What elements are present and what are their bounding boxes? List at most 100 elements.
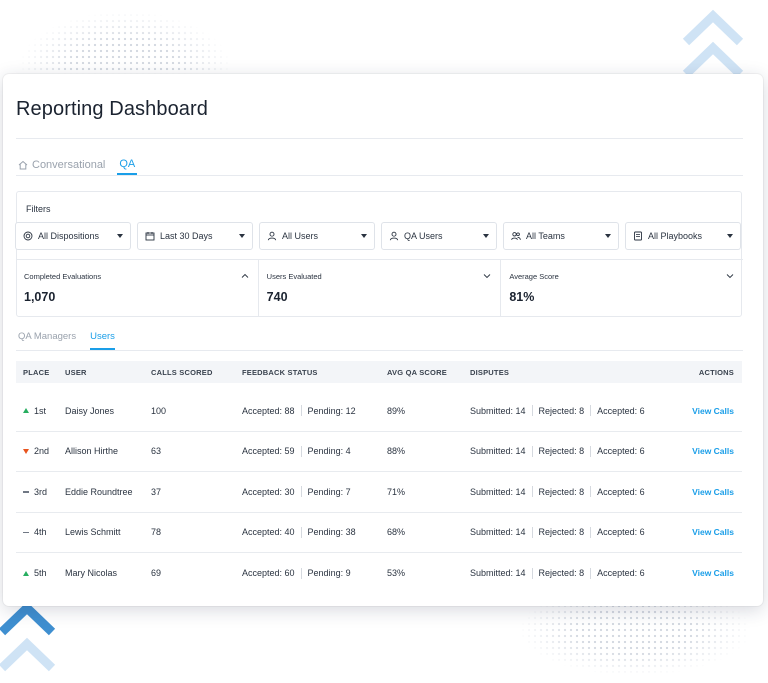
place-text: 1st (34, 405, 47, 416)
avg-qa-score: 53% (387, 568, 406, 579)
divider (16, 350, 743, 351)
metric-label: Users Evaluated (266, 272, 322, 281)
leaderboard-table: PLACE USER CALLS SCORED FEEDBACK STATUS … (16, 361, 742, 594)
metric-average-score[interactable]: Average Score 81% (501, 260, 743, 317)
calendar-icon (145, 232, 155, 241)
avg-qa-score: 88% (387, 446, 406, 457)
avg-qa-score: 89% (387, 405, 406, 416)
disputes-accepted: Accepted: 6 (597, 568, 645, 579)
place-cell: 2nd (16, 446, 65, 456)
main-tabs: Conversational QA (18, 155, 138, 175)
chevron-up-decoration-icon (0, 601, 56, 672)
calls-scored: 100 (151, 405, 167, 416)
chevron-up-icon[interactable] (241, 272, 249, 280)
disputes: Submitted: 14 Rejected: 8 Accepted: 6 (470, 567, 672, 579)
metric-completed-evaluations[interactable]: Completed Evaluations 1,070 (16, 260, 259, 317)
page-title: Reporting Dashboard (16, 98, 209, 120)
disputes-submitted: Submitted: 14 (470, 486, 526, 497)
feedback-status: Accepted: 40 Pending: 38 (242, 526, 387, 538)
col-header-disputes: DISPUTES (470, 367, 510, 377)
dropdown-label: All Teams (526, 231, 565, 241)
dispositions-dropdown[interactable]: All Dispositions (15, 222, 131, 250)
feedback-pending: Pending: 4 (307, 446, 351, 457)
caret-down-icon (605, 234, 611, 238)
date-range-dropdown[interactable]: Last 30 Days (137, 222, 253, 250)
view-calls-link[interactable]: View Calls (692, 527, 734, 537)
col-header-calls-scored: CALLS SCORED (151, 367, 213, 377)
separator (531, 445, 533, 457)
col-header-avg-qa-score: AVG QA SCORE (387, 367, 447, 377)
caret-down-icon (117, 234, 123, 238)
user-name: Daisy Jones (65, 405, 115, 416)
trend-flat-icon (23, 491, 29, 493)
separator (300, 445, 302, 457)
caret-down-icon (239, 234, 245, 238)
feedback-status: Accepted: 59 Pending: 4 (242, 445, 387, 457)
separator (531, 567, 533, 579)
separator (590, 486, 592, 498)
separator (531, 526, 533, 538)
disputes-submitted: Submitted: 14 (470, 568, 526, 579)
tab-label: QA (119, 158, 136, 170)
filters-panel: Filters All Dispositions Last 30 Days Al… (15, 191, 743, 317)
place-cell: 1st (16, 406, 65, 416)
disputes: Submitted: 14 Rejected: 8 Accepted: 6 (470, 526, 672, 538)
col-header-place: PLACE (23, 367, 50, 377)
separator (531, 405, 533, 417)
metric-users-evaluated[interactable]: Users Evaluated 740 (259, 260, 502, 317)
separator (590, 526, 592, 538)
trend-up-icon (23, 408, 29, 414)
view-calls-link[interactable]: View Calls (692, 406, 734, 416)
calls-scored: 78 (151, 527, 162, 538)
divider (16, 175, 743, 176)
filters-label: Filters (26, 204, 51, 214)
tab-users[interactable]: Users (90, 331, 115, 350)
trend-down-icon (23, 448, 29, 454)
trend-flat-icon (23, 531, 29, 533)
user-name: Mary Nicolas (65, 568, 118, 579)
place-text: 2nd (34, 446, 50, 457)
disputes-accepted: Accepted: 6 (597, 527, 645, 538)
users-dropdown[interactable]: All Users (259, 222, 375, 250)
col-header-actions: ACTIONS (698, 367, 734, 377)
view-calls-link[interactable]: View Calls (692, 568, 734, 578)
disputes-accepted: Accepted: 6 (597, 486, 645, 497)
teams-dropdown[interactable]: All Teams (503, 222, 619, 250)
place-text: 4th (34, 527, 47, 538)
table-header: PLACE USER CALLS SCORED FEEDBACK STATUS … (16, 361, 742, 383)
feedback-pending: Pending: 7 (307, 486, 351, 497)
disputes-accepted: Accepted: 6 (597, 405, 645, 416)
disputes-rejected: Rejected: 8 (538, 486, 585, 497)
chevron-down-icon[interactable] (726, 272, 734, 280)
caret-down-icon (727, 234, 733, 238)
actions-cell: View Calls (672, 406, 742, 416)
table-row: 1st Daisy Jones 100 Accepted: 88 Pending:… (16, 391, 742, 432)
dropdown-label: All Dispositions (38, 231, 100, 241)
separator (300, 567, 302, 579)
feedback-status: Accepted: 60 Pending: 9 (242, 567, 387, 579)
disputes-submitted: Submitted: 14 (470, 446, 526, 457)
view-calls-link[interactable]: View Calls (692, 487, 734, 497)
chevron-up-decoration-icon (682, 9, 744, 78)
chevron-down-icon[interactable] (483, 272, 491, 280)
metrics-row: Completed Evaluations 1,070 Users Evalua… (16, 259, 743, 317)
view-calls-link[interactable]: View Calls (692, 446, 734, 456)
place-cell: 3rd (16, 487, 65, 497)
dropdown-label: All Users (282, 231, 319, 241)
user-name: Lewis Schmitt (65, 527, 121, 538)
dashboard-card: Reporting Dashboard Conversational QA Fi… (3, 74, 763, 606)
actions-cell: View Calls (672, 568, 742, 578)
dropdown-label: Last 30 Days (160, 231, 213, 241)
separator (531, 486, 533, 498)
tab-qa[interactable]: QA (117, 155, 138, 175)
disputes-rejected: Rejected: 8 (538, 527, 585, 538)
feedback-accepted: Accepted: 30 (242, 486, 295, 497)
disputes-rejected: Rejected: 8 (538, 405, 585, 416)
actions-cell: View Calls (672, 487, 742, 497)
tab-qa-managers[interactable]: QA Managers (18, 331, 76, 350)
tab-conversational[interactable]: Conversational (18, 155, 105, 175)
qa-users-dropdown[interactable]: QA Users (381, 222, 497, 250)
home-icon (18, 160, 28, 170)
playbooks-dropdown[interactable]: All Playbooks (625, 222, 741, 250)
feedback-accepted: Accepted: 40 (242, 527, 295, 538)
